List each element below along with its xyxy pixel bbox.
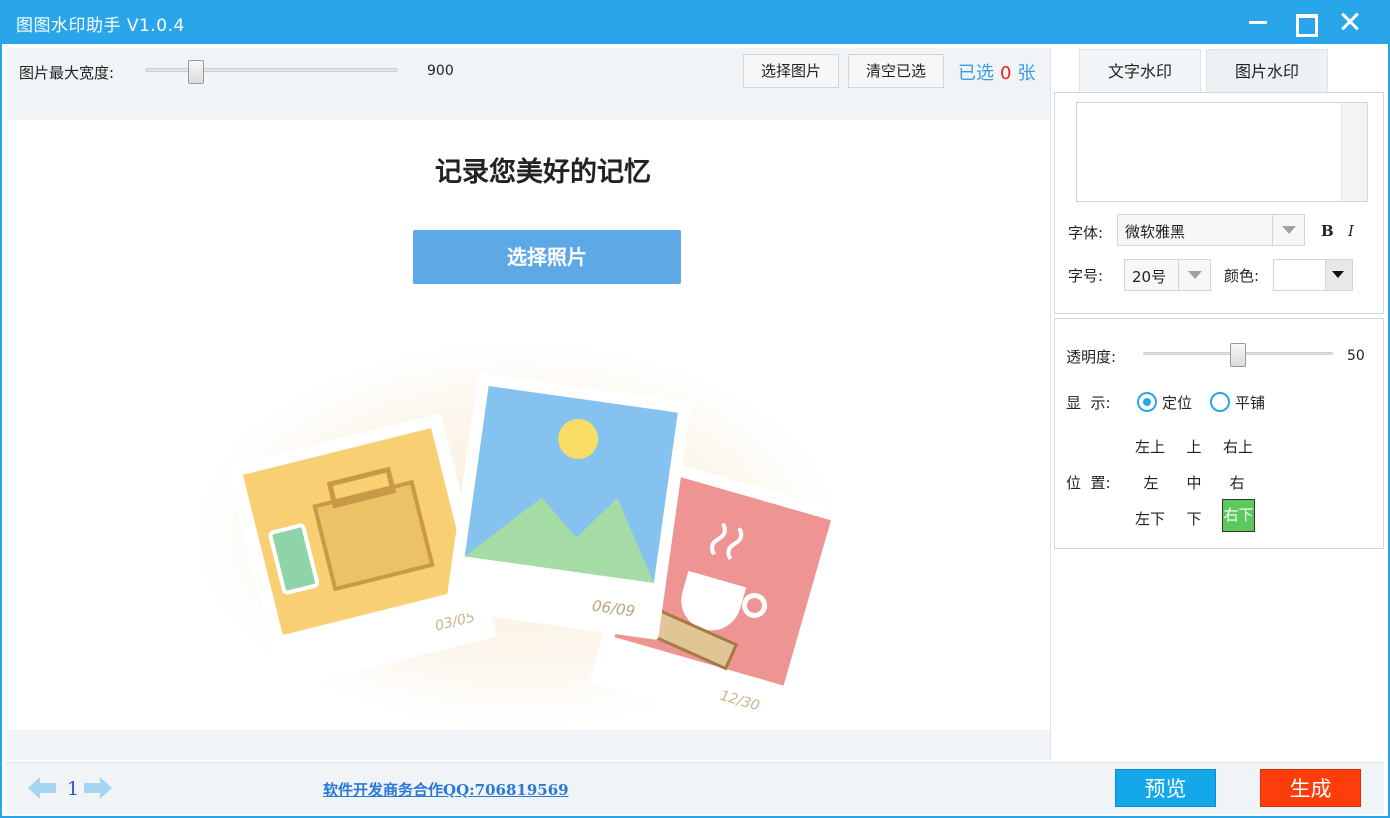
- generate-button[interactable]: 生成: [1260, 769, 1361, 807]
- max-width-label: 图片最大宽度:: [19, 64, 115, 82]
- size-select-value: 20号: [1132, 268, 1167, 286]
- font-label: 字体:: [1068, 224, 1104, 242]
- prev-page-arrow-icon[interactable]: [28, 777, 56, 799]
- size-label: 字号:: [1068, 267, 1104, 285]
- position-bottom-left[interactable]: 左下: [1133, 508, 1167, 529]
- radio-unselected-icon[interactable]: [1210, 392, 1230, 412]
- title-bar: 图图水印助手 V1.0.4: [0, 0, 1390, 44]
- max-width-slider-thumb[interactable]: [188, 60, 204, 84]
- selected-count-number: 0: [1000, 63, 1012, 84]
- display-mode-tile-label[interactable]: 平铺: [1235, 392, 1265, 413]
- opacity-value: 50: [1347, 348, 1365, 364]
- watermark-text-input[interactable]: [1076, 102, 1368, 202]
- position-bottom[interactable]: 下: [1184, 508, 1204, 529]
- radio-selected-icon[interactable]: [1137, 392, 1157, 412]
- opacity-slider[interactable]: [1143, 343, 1333, 367]
- watermark-text-scrollbar[interactable]: [1341, 103, 1367, 201]
- preview-button[interactable]: 预览: [1115, 769, 1216, 807]
- selected-suffix: 张: [1017, 63, 1036, 84]
- opacity-slider-thumb[interactable]: [1230, 343, 1246, 367]
- business-contact-link[interactable]: 软件开发商务合作QQ:706819569: [323, 779, 569, 800]
- position-top-left[interactable]: 左上: [1133, 436, 1167, 457]
- position-right[interactable]: 右: [1227, 472, 1247, 493]
- polaroid-middle: 06/09: [445, 372, 691, 640]
- bold-toggle[interactable]: B: [1321, 222, 1334, 240]
- display-mode-locate-label[interactable]: 定位: [1162, 392, 1192, 413]
- display-settings: 透明度: 50 显 示: 定位 平铺 位 置: 左上 上 右上 左 中 右 左下…: [1054, 318, 1384, 549]
- chevron-down-icon[interactable]: [1178, 260, 1210, 290]
- choose-photo-button[interactable]: 选择照片: [413, 230, 681, 284]
- position-center[interactable]: 中: [1184, 472, 1204, 493]
- close-button[interactable]: [1336, 8, 1364, 36]
- max-width-value: 900: [427, 63, 454, 79]
- photos-illustration: 03/05 12/30 06/09: [173, 330, 863, 730]
- position-bottom-right[interactable]: 右下: [1222, 499, 1255, 532]
- display-label: 显 示:: [1066, 394, 1111, 412]
- page-number: 1: [67, 778, 80, 800]
- preview-canvas: 记录您美好的记忆 选择照片 03/05 12/30 06/09: [8, 120, 1050, 730]
- position-top-right[interactable]: 右上: [1221, 436, 1255, 457]
- next-page-arrow-icon[interactable]: [84, 777, 112, 799]
- text-watermark-settings: 字体: 微软雅黑 B I 字号: 20号 颜色:: [1054, 92, 1384, 314]
- max-width-slider[interactable]: [145, 60, 398, 84]
- maximize-button[interactable]: [1290, 8, 1318, 37]
- tab-text-watermark[interactable]: 文字水印: [1079, 49, 1201, 93]
- color-select[interactable]: [1273, 259, 1353, 291]
- select-images-button[interactable]: 选择图片: [743, 54, 839, 88]
- font-select[interactable]: 微软雅黑: [1117, 214, 1305, 246]
- chevron-down-icon[interactable]: [1272, 215, 1304, 245]
- window-title: 图图水印助手 V1.0.4: [16, 16, 185, 36]
- opacity-label: 透明度:: [1066, 348, 1117, 366]
- canvas-heading: 记录您美好的记忆: [435, 157, 651, 188]
- selected-count: 已选 0 张: [958, 59, 1035, 85]
- bottom-bar: 1 软件开发商务合作QQ:706819569 预览 生成: [6, 762, 1384, 814]
- position-left[interactable]: 左: [1141, 472, 1161, 493]
- italic-toggle[interactable]: I: [1348, 222, 1354, 240]
- position-top[interactable]: 上: [1184, 436, 1204, 457]
- color-label: 颜色:: [1224, 267, 1260, 285]
- clear-selected-button[interactable]: 清空已选: [848, 54, 944, 88]
- max-width-slider-track[interactable]: [145, 68, 398, 72]
- minimize-button[interactable]: [1244, 8, 1272, 36]
- font-select-value: 微软雅黑: [1125, 223, 1186, 241]
- chevron-down-icon[interactable]: [1325, 260, 1352, 290]
- tab-image-watermark[interactable]: 图片水印: [1206, 49, 1328, 93]
- selected-prefix: 已选: [958, 63, 994, 84]
- size-select[interactable]: 20号: [1124, 259, 1211, 291]
- position-label: 位 置:: [1066, 474, 1111, 492]
